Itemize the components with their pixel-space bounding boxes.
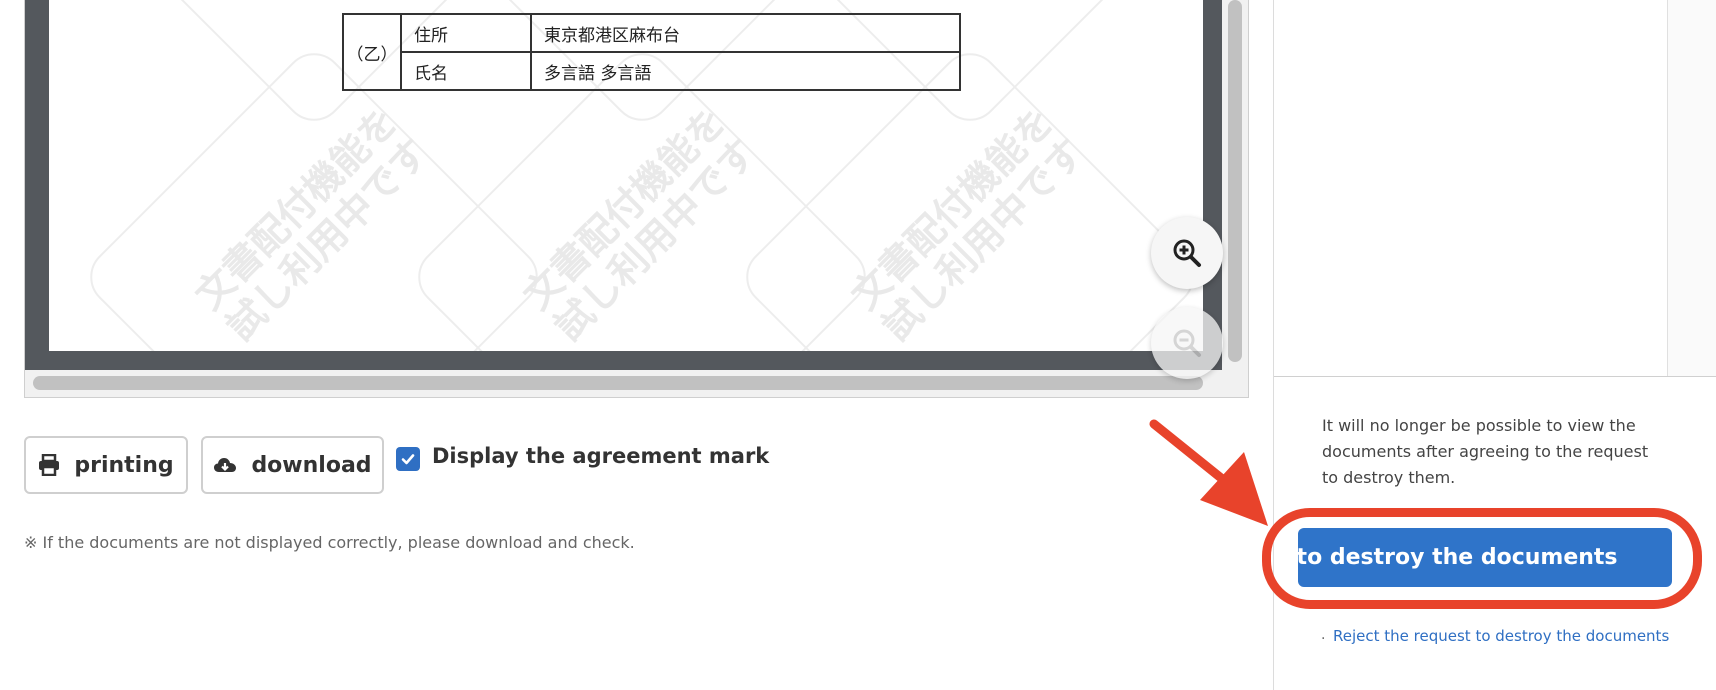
horizontal-scroll-thumb[interactable] (33, 376, 1203, 390)
agree-destroy-button-label: Agree to the request to destroy the docu… (1298, 545, 1618, 570)
party-table: （乙） 住所 東京都港区麻布台 氏名 多言語 多言語 (342, 13, 961, 91)
annotation-arrow (1149, 419, 1268, 526)
download-button[interactable]: download (201, 436, 384, 494)
address-label: 住所 (400, 13, 532, 53)
document-page: 文書配付機能を 試し利用中です 文書配付機能を 試し利用中です 文書配付機能を … (49, 0, 1203, 351)
reject-destroy-link[interactable]: Reject the request to destroy the docume… (1333, 627, 1669, 645)
name-label: 氏名 (400, 51, 532, 91)
cloud-download-icon (214, 458, 237, 472)
right-panel-content-area (1274, 0, 1716, 377)
download-button-label: download (251, 452, 372, 478)
destroy-info-text: It will no longer be possible to view th… (1322, 416, 1649, 487)
printer-icon (39, 454, 60, 476)
zoom-in-icon (1173, 239, 1201, 267)
agreement-mark-checkbox[interactable] (396, 447, 420, 471)
check-icon (401, 454, 415, 465)
viewer-canvas[interactable]: 文書配付機能を 試し利用中です 文書配付機能を 試し利用中です 文書配付機能を … (25, 0, 1223, 370)
document-viewer: 文書配付機能を 試し利用中です 文書配付機能を 試し利用中です 文書配付機能を … (24, 0, 1249, 398)
panel-scroll-track[interactable] (1668, 0, 1716, 376)
reject-prefix: . (1321, 627, 1326, 643)
zoom-out-button[interactable] (1151, 307, 1223, 379)
address-value: 東京都港区麻布台 (530, 13, 961, 53)
party-label: （乙） (342, 13, 402, 91)
vertical-scrollbar[interactable] (1222, 0, 1248, 370)
name-value: 多言語 多言語 (530, 51, 961, 91)
zoom-in-button[interactable] (1151, 217, 1223, 289)
vertical-scroll-thumb[interactable] (1228, 0, 1242, 362)
agreement-mark-label[interactable]: Display the agreement mark (432, 444, 769, 468)
table-row: （乙） 住所 東京都港区麻布台 (342, 13, 961, 91)
print-button[interactable]: printing (24, 436, 188, 494)
horizontal-scrollbar[interactable] (25, 370, 1223, 396)
print-button-label: printing (74, 452, 174, 478)
table-row: 氏名 多言語 多言語 (343, 51, 961, 91)
zoom-out-icon (1173, 329, 1201, 357)
agree-destroy-button[interactable]: Agree to the request to destroy the docu… (1298, 528, 1672, 587)
display-note: ※ If the documents are not displayed cor… (24, 533, 635, 552)
